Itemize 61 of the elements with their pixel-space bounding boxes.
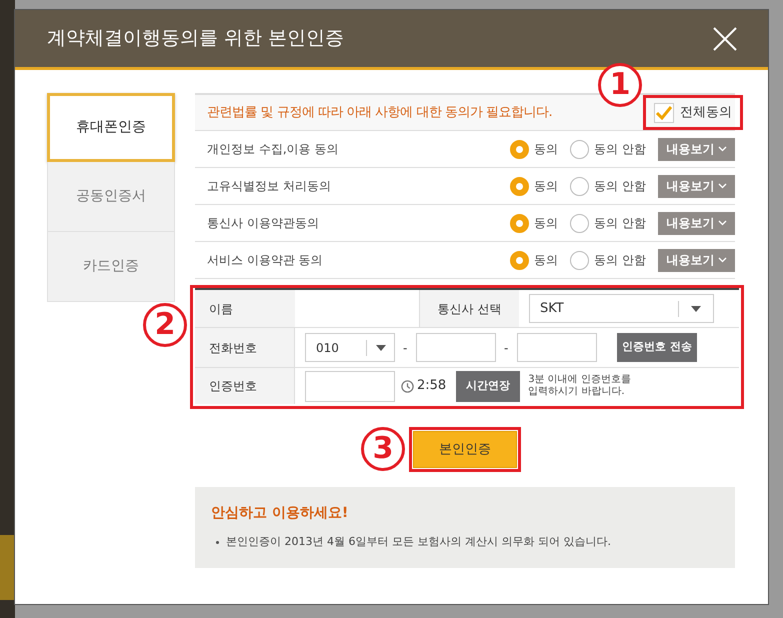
view-content-button[interactable]: 내용보기	[658, 138, 735, 160]
close-icon[interactable]	[712, 26, 738, 52]
chevron-down-icon	[718, 257, 726, 263]
phone-label: 전화번호	[195, 328, 295, 367]
view-content-button[interactable]: 내용보기	[658, 212, 735, 234]
radio-button[interactable]	[510, 140, 530, 158]
info-text: 본인인증이 2013년 4월 6일부터 모든 보험사의 계산시 의무화 되어 있습니다.	[226, 534, 611, 550]
view-content-button[interactable]: 내용보기	[658, 248, 735, 272]
timer: 2:58	[417, 377, 446, 396]
carrier-label: 통신사 선택	[419, 290, 519, 327]
view-content-button[interactable]: 내용보기	[658, 174, 735, 198]
consent-item-label: 통신사 이용약관동의	[207, 215, 320, 232]
separator: -	[403, 340, 408, 356]
radio-label: 동의	[534, 252, 558, 269]
chevron-down-icon	[718, 183, 726, 189]
dialog-title: 계약체결이행동의를 위한 본인인증	[47, 26, 344, 52]
extend-time-button[interactable]: 시간연장	[456, 370, 520, 402]
auth-tab[interactable]: 휴대폰인증	[47, 93, 175, 162]
separator: -	[504, 340, 509, 356]
annotation-number: 2	[143, 303, 187, 347]
checkbox[interactable]	[654, 102, 674, 122]
consent-item-label: 고유식별정보 처리동의	[207, 178, 332, 195]
radio-label: 동의	[534, 141, 558, 158]
auth-tab[interactable]: 카드인증	[47, 232, 175, 302]
radio-label: 동의	[534, 215, 558, 232]
dropdown-caret-icon	[376, 344, 386, 350]
name-label: 이름	[195, 290, 295, 327]
phone-prefix-select[interactable]: 010	[305, 333, 395, 362]
carrier-select[interactable]: SKT	[529, 294, 714, 323]
info-title: 안심하고 이용하세요!	[211, 504, 350, 523]
consent-notice: 관련법률 및 규정에 따라 아래 사항에 대한 동의가 필요합니다.	[207, 104, 552, 122]
radio-label: 동의 안함	[594, 252, 646, 269]
annotation-number: 3	[361, 427, 405, 471]
consent-item-label: 서비스 이용약관 동의	[207, 252, 324, 269]
dropdown-caret-icon	[691, 306, 701, 312]
bullet-icon	[216, 540, 219, 544]
radio-button[interactable]	[510, 176, 530, 196]
phone-last-field[interactable]	[517, 333, 597, 362]
radio-button[interactable]	[570, 176, 590, 196]
radio-button[interactable]	[570, 250, 590, 270]
code-hint: 3분 이내에 인증번호를 입력하시기 바랍니다.	[528, 374, 631, 398]
radio-label: 동의 안함	[594, 141, 646, 158]
radio-button[interactable]	[570, 214, 590, 232]
consent-item-label: 개인정보 수집,이용 동의	[207, 141, 340, 158]
chevron-down-icon	[718, 220, 726, 226]
agree-all-label: 전체동의	[680, 104, 732, 122]
radio-button[interactable]	[510, 214, 530, 232]
radio-button[interactable]	[570, 140, 590, 158]
radio-label: 동의	[534, 178, 558, 195]
chevron-down-icon	[718, 146, 726, 152]
send-code-button[interactable]: 인증번호 전송	[617, 333, 697, 362]
clock-icon	[401, 380, 414, 392]
radio-label: 동의 안함	[594, 178, 646, 195]
radio-button[interactable]	[510, 250, 530, 270]
check-icon	[656, 106, 672, 120]
code-label: 인증번호	[195, 368, 295, 404]
verify-button[interactable]: 본인인증	[413, 431, 517, 468]
phone-middle-field[interactable]	[416, 333, 496, 362]
code-field[interactable]	[305, 370, 395, 402]
auth-tab[interactable]: 공동인증서	[47, 162, 175, 232]
radio-label: 동의 안함	[594, 215, 646, 232]
